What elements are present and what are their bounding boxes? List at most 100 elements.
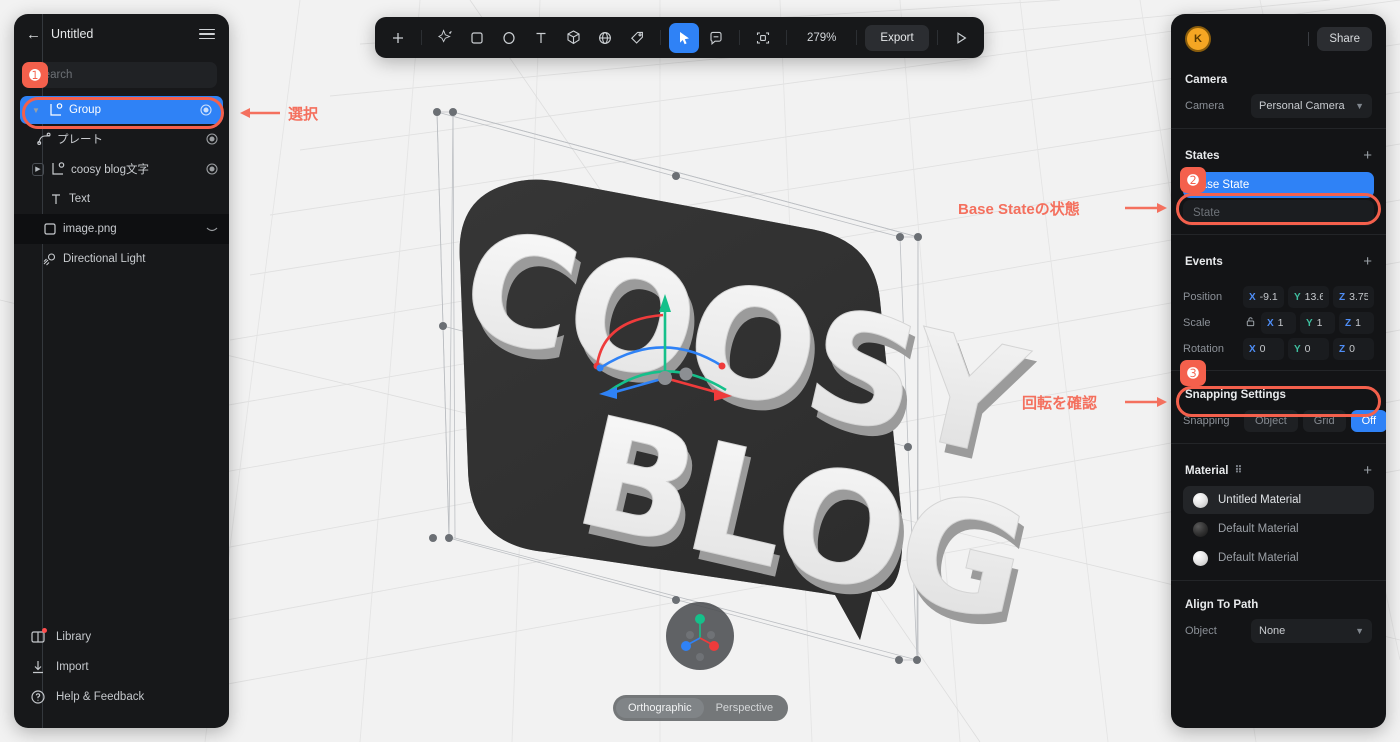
zoom-level[interactable]: 279% — [795, 32, 848, 44]
axis-y-label: Y — [1294, 343, 1301, 355]
frame-icon[interactable] — [748, 23, 778, 53]
axis-x-label: X — [1249, 343, 1256, 355]
material-item-untitled[interactable]: Untitled Material — [1183, 486, 1374, 514]
camera-select-value: Personal Camera — [1259, 100, 1345, 112]
material-swatch — [1193, 521, 1208, 537]
section-divider — [1171, 580, 1386, 581]
material-item-default-dark[interactable]: Default Material — [1183, 515, 1374, 543]
events-section-title: Events + — [1171, 243, 1386, 276]
chevron-down-icon[interactable]: ▼ — [30, 106, 42, 115]
layers-panel-footer: Library Import Help & Feedback — [14, 616, 229, 728]
magic-wand-icon[interactable] — [430, 23, 460, 53]
scale-y-input[interactable]: Y 1 — [1300, 312, 1335, 334]
visibility-eye-icon[interactable] — [205, 162, 219, 176]
layer-label: Text — [69, 193, 91, 205]
snapping-option-object[interactable]: Object — [1244, 410, 1298, 432]
layer-item-directional-light[interactable]: Directional Light — [14, 244, 229, 274]
camera-select[interactable]: Personal Camera ▼ — [1251, 94, 1372, 118]
toolbar-divider — [660, 30, 661, 45]
sphere-icon[interactable] — [590, 23, 620, 53]
projection-option-orthographic[interactable]: Orthographic — [616, 698, 704, 718]
layer-item-coosy-blog-text[interactable]: ▶ coosy blog文字 — [14, 154, 229, 184]
help-feedback-button[interactable]: Help & Feedback — [14, 682, 229, 712]
library-label: Library — [56, 631, 92, 643]
add-event-button[interactable]: + — [1363, 253, 1372, 270]
cursor-icon[interactable] — [669, 22, 699, 53]
visibility-eye-icon[interactable] — [205, 132, 219, 146]
avatar[interactable]: K — [1185, 26, 1211, 52]
export-button[interactable]: Export — [865, 24, 929, 51]
axis-y-label: Y — [1306, 317, 1313, 329]
text-tool-icon[interactable] — [526, 23, 556, 53]
scale-z-input[interactable]: Z 1 — [1339, 312, 1374, 334]
rotation-label: Rotation — [1183, 343, 1224, 355]
position-z-input[interactable]: Z 3.75 — [1333, 286, 1374, 308]
section-divider — [1171, 234, 1386, 235]
axis-x-label: X — [1249, 291, 1256, 303]
hamburger-menu-icon[interactable] — [199, 28, 215, 40]
tag-icon[interactable] — [622, 23, 652, 53]
comment-icon[interactable] — [701, 23, 731, 53]
toolbar-divider — [786, 30, 787, 45]
annotation-badge-2: ➋ — [1180, 167, 1206, 193]
rotation-row: Rotation X 0 Y 0 Z 0 — [1171, 336, 1386, 362]
chevron-down-icon: ▼ — [1355, 101, 1364, 111]
state-item-placeholder[interactable]: State — [1183, 200, 1374, 226]
scale-y-value: 1 — [1316, 317, 1323, 329]
layer-item-plate[interactable]: プレート — [14, 124, 229, 154]
toolbar-divider — [421, 30, 422, 45]
material-item-default-white[interactable]: Default Material — [1183, 544, 1374, 572]
directional-light-icon — [42, 252, 57, 267]
scale-x-value: 1 — [1277, 317, 1284, 329]
visibility-eye-icon[interactable] — [199, 103, 213, 117]
play-icon[interactable] — [946, 23, 976, 53]
help-feedback-label: Help & Feedback — [56, 691, 145, 703]
document-title: Untitled — [51, 27, 94, 41]
position-label: Position — [1183, 291, 1223, 303]
snapping-option-grid[interactable]: Grid — [1302, 410, 1346, 432]
annotation-arrow-1 — [240, 108, 280, 118]
app-root: COOSY COOSY BLOG BLOG ← Untitled Search … — [0, 0, 1400, 742]
chevron-right-icon[interactable]: ▶ — [32, 162, 44, 176]
import-button[interactable]: Import — [14, 652, 229, 682]
search-input[interactable]: Search — [26, 62, 217, 88]
align-object-value: None — [1259, 625, 1286, 637]
axis-gizmo-icon[interactable] — [666, 602, 734, 670]
annotation-arrow-2 — [1125, 203, 1167, 213]
group-node-icon — [50, 162, 65, 177]
rotation-z-input[interactable]: Z 0 — [1333, 338, 1374, 360]
camera-row-label: Camera — [1185, 100, 1225, 112]
back-arrow-icon[interactable]: ← — [26, 27, 41, 42]
add-material-button[interactable]: + — [1363, 462, 1372, 479]
projection-option-perspective[interactable]: Perspective — [704, 698, 785, 718]
position-x-input[interactable]: X -9.10 — [1243, 286, 1284, 308]
share-button[interactable]: Share — [1317, 27, 1372, 51]
library-icon — [30, 628, 47, 645]
layer-item-group[interactable]: ▼ Group — [20, 96, 223, 124]
layer-item-image[interactable]: image.png — [14, 214, 229, 244]
layer-item-text[interactable]: Text — [14, 184, 229, 214]
rotation-x-input[interactable]: X 0 — [1243, 338, 1284, 360]
library-button[interactable]: Library — [14, 622, 229, 652]
ellipse-icon[interactable] — [494, 23, 524, 53]
scale-x-input[interactable]: X 1 — [1261, 312, 1296, 334]
state-item-base-state[interactable]: Base State — [1183, 172, 1374, 198]
align-object-select[interactable]: None ▼ — [1251, 619, 1372, 643]
rotation-y-value: 0 — [1304, 343, 1311, 355]
cube-icon[interactable] — [558, 23, 588, 53]
rotation-z-value: 0 — [1349, 343, 1355, 355]
unlock-icon[interactable] — [1243, 316, 1257, 330]
snapping-option-off[interactable]: Off — [1350, 410, 1386, 432]
expand-corners-icon[interactable]: ⠿ — [1234, 465, 1243, 476]
add-state-button[interactable]: + — [1363, 147, 1372, 164]
projection-toggle: Orthographic Perspective — [613, 695, 789, 721]
rectangle-icon[interactable] — [462, 23, 492, 53]
axis-z-label: Z — [1345, 317, 1352, 329]
rotation-y-input[interactable]: Y 0 — [1288, 338, 1329, 360]
add-button[interactable] — [383, 23, 413, 53]
layer-tree: ▼ Group プレート ▶ coosy blog文字 Text image.p… — [14, 14, 229, 728]
properties-panel-header: K Share — [1171, 14, 1386, 64]
position-y-input[interactable]: Y 13.64 — [1288, 286, 1329, 308]
section-divider — [1171, 128, 1386, 129]
collapse-curve-icon[interactable] — [205, 222, 219, 236]
